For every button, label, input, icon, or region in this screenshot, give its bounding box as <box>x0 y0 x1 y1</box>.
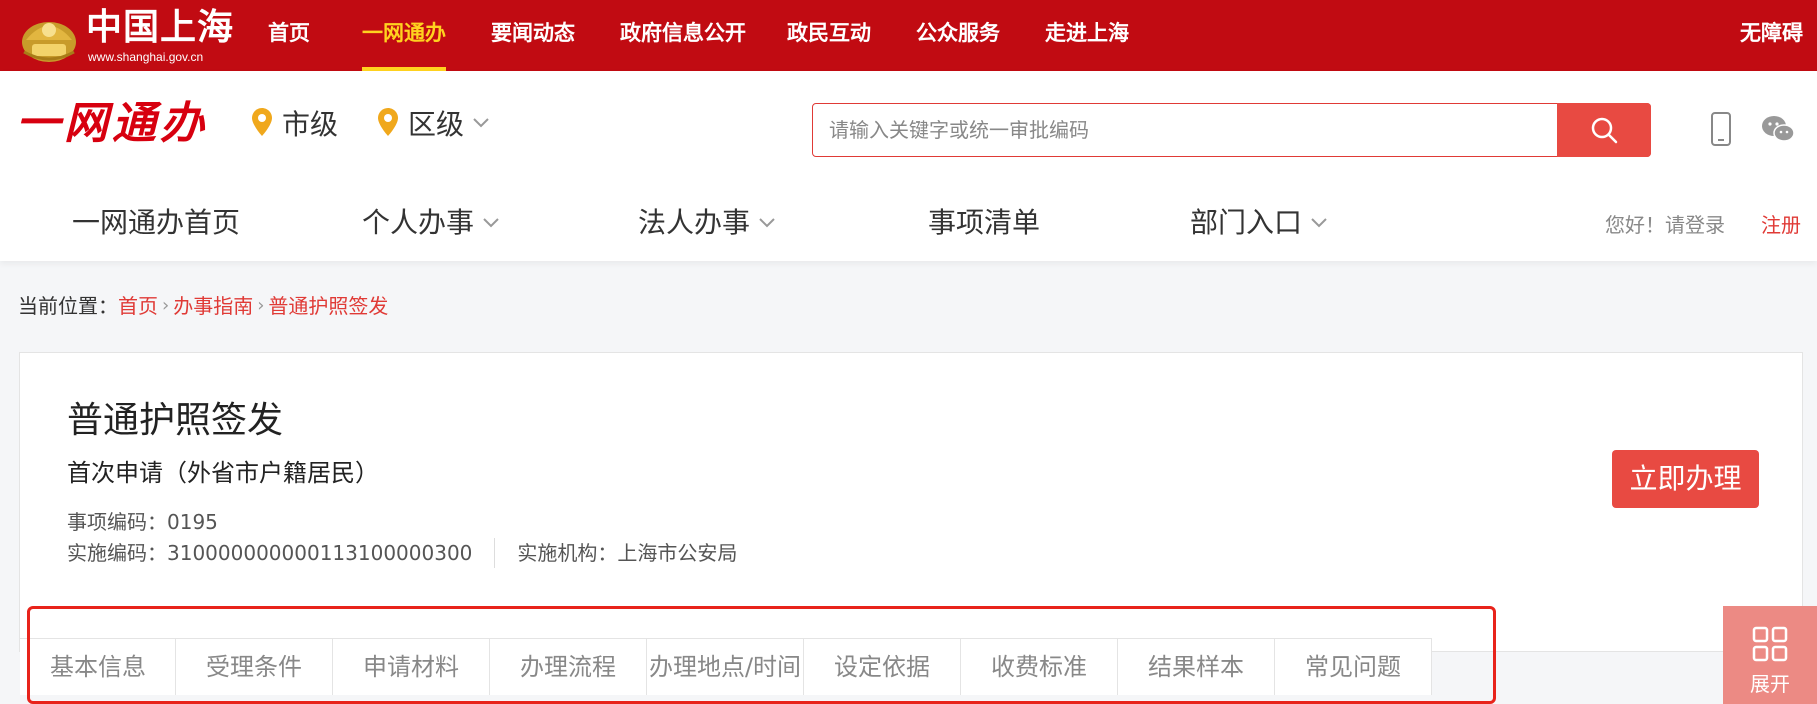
breadcrumb-separator-icon: › <box>257 295 265 316</box>
subnav-department-label: 部门入口 <box>1190 206 1303 239</box>
mobile-icon <box>1711 112 1731 146</box>
chevron-down-icon <box>759 218 775 228</box>
search-icon <box>1591 117 1618 144</box>
subnav-item-list[interactable]: 事项清单 <box>928 203 1040 243</box>
search-box <box>812 103 1651 157</box>
tab-faq[interactable]: 常见问题 <box>1275 639 1432 695</box>
item-meta-row: 实施编码：310000000000113100000300 实施机构：上海市公安… <box>67 538 737 568</box>
top-nav-interaction[interactable]: 政民互动 <box>787 0 871 71</box>
accessibility-link[interactable]: 无障碍 <box>1740 0 1803 66</box>
top-nav-public-service[interactable]: 公众服务 <box>916 0 1000 71</box>
service-logo[interactable]: 一网通办 <box>16 98 208 150</box>
tab-process[interactable]: 办理流程 <box>490 639 647 695</box>
subnav-legal-entity-label: 法人办事 <box>638 206 751 239</box>
top-bar: 中国上海 www.shanghai.gov.cn 首页 一网通办 要闻动态 政府… <box>0 0 1817 71</box>
subnav-home-label: 一网通办首页 <box>72 206 241 239</box>
tab-fees[interactable]: 收费标准 <box>961 639 1118 695</box>
wechat-button[interactable] <box>1760 111 1796 147</box>
tab-acceptance-conditions[interactable]: 受理条件 <box>176 639 333 695</box>
grid-icon <box>1752 626 1788 662</box>
site-url: www.shanghai.gov.cn <box>88 50 204 64</box>
service-header: 一网通办 市级 区级 请输入关键字或统一审批编码 一网通办首页 个人办事 法人办… <box>0 71 1817 261</box>
breadcrumb-current[interactable]: 普通护照签发 <box>268 292 388 320</box>
top-nav-about-shanghai[interactable]: 走进上海 <box>1045 0 1129 71</box>
divider <box>494 538 496 568</box>
breadcrumb-home[interactable]: 首页 <box>118 292 158 320</box>
top-nav-news[interactable]: 要闻动态 <box>491 0 575 71</box>
detail-tabs: 基本信息 受理条件 申请材料 办理流程 办理地点/时间 设定依据 收费标准 结果… <box>20 638 1432 695</box>
tab-basic-info[interactable]: 基本信息 <box>20 639 176 695</box>
service-item-card: 普通护照签发 首次申请（外省市户籍居民） 事项编码：0195 实施编码：3100… <box>19 352 1803 695</box>
subnav-personal[interactable]: 个人办事 <box>362 203 500 243</box>
page-title: 普通护照签发 <box>67 400 284 441</box>
subnav-home[interactable]: 一网通办首页 <box>72 203 240 243</box>
site-logo[interactable]: 中国上海 www.shanghai.gov.cn <box>16 4 246 66</box>
breadcrumb-guide[interactable]: 办事指南 <box>173 292 253 320</box>
breadcrumb-separator-icon: › <box>162 295 170 316</box>
expand-button[interactable]: 展开 <box>1723 606 1817 704</box>
city-level-label: 市级 <box>282 108 339 141</box>
breadcrumb: 当前位置： 首页 › 办事指南 › 普通护照签发 <box>18 292 388 320</box>
apply-now-button[interactable]: 立即办理 <box>1612 450 1759 508</box>
tab-result-sample[interactable]: 结果样本 <box>1118 639 1275 695</box>
subnav-legal-entity[interactable]: 法人办事 <box>638 203 776 243</box>
chevron-down-icon <box>1311 218 1327 228</box>
item-code: 事项编码：0195 <box>67 510 218 534</box>
top-nav-home[interactable]: 首页 <box>268 0 310 71</box>
tab-application-materials[interactable]: 申请材料 <box>333 639 490 695</box>
district-level-label: 区级 <box>408 108 465 141</box>
chevron-down-icon <box>473 118 489 128</box>
search-button[interactable] <box>1557 103 1651 157</box>
expand-label: 展开 <box>1750 672 1790 696</box>
login-link[interactable]: 您好！请登录 <box>1605 211 1725 239</box>
top-nav-gov-info[interactable]: 政府信息公开 <box>620 0 746 71</box>
search-input[interactable] <box>813 104 1557 156</box>
shanghai-emblem-icon <box>22 22 76 62</box>
location-pin-icon <box>378 108 398 136</box>
breadcrumb-prefix: 当前位置： <box>18 294 118 318</box>
site-brand: 中国上海 <box>86 7 235 48</box>
subnav-personal-label: 个人办事 <box>362 206 475 239</box>
location-pin-icon <box>252 108 272 136</box>
tab-legal-basis[interactable]: 设定依据 <box>804 639 961 695</box>
subnav-department[interactable]: 部门入口 <box>1190 203 1328 243</box>
chevron-down-icon <box>483 218 499 228</box>
district-level-selector[interactable]: 区级 <box>378 103 490 143</box>
city-level-selector[interactable]: 市级 <box>252 103 338 143</box>
register-link[interactable]: 注册 <box>1761 211 1801 239</box>
implementing-agency: 实施机构：上海市公安局 <box>517 541 738 565</box>
wechat-icon <box>1762 116 1795 142</box>
implementation-code: 实施编码：310000000000113100000300 <box>67 541 473 565</box>
item-subtitle: 首次申请（外省市户籍居民） <box>67 459 379 487</box>
subnav-item-list-label: 事项清单 <box>928 206 1041 239</box>
tab-location-time[interactable]: 办理地点/时间 <box>647 639 804 695</box>
mobile-app-button[interactable] <box>1703 111 1739 147</box>
top-nav-one-stop-service[interactable]: 一网通办 <box>362 0 446 71</box>
